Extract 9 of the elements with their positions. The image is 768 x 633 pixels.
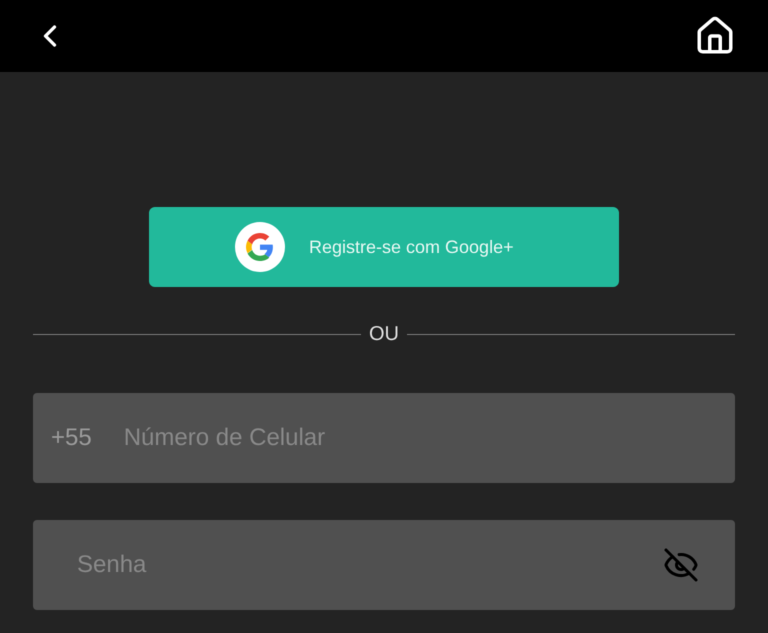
password-input[interactable]: Senha	[77, 547, 663, 583]
hide-password-icon[interactable]	[663, 547, 699, 583]
divider-label: OU	[369, 322, 399, 347]
phone-number-input[interactable]: Número de Celular	[124, 420, 717, 456]
phone-field[interactable]: +55 Número de Celular	[33, 393, 735, 483]
google-logo-icon	[246, 233, 274, 261]
google-signup-button[interactable]: Registre-se com Google+	[149, 207, 619, 287]
password-field[interactable]: Senha	[33, 520, 735, 610]
country-code: +55	[51, 423, 92, 453]
